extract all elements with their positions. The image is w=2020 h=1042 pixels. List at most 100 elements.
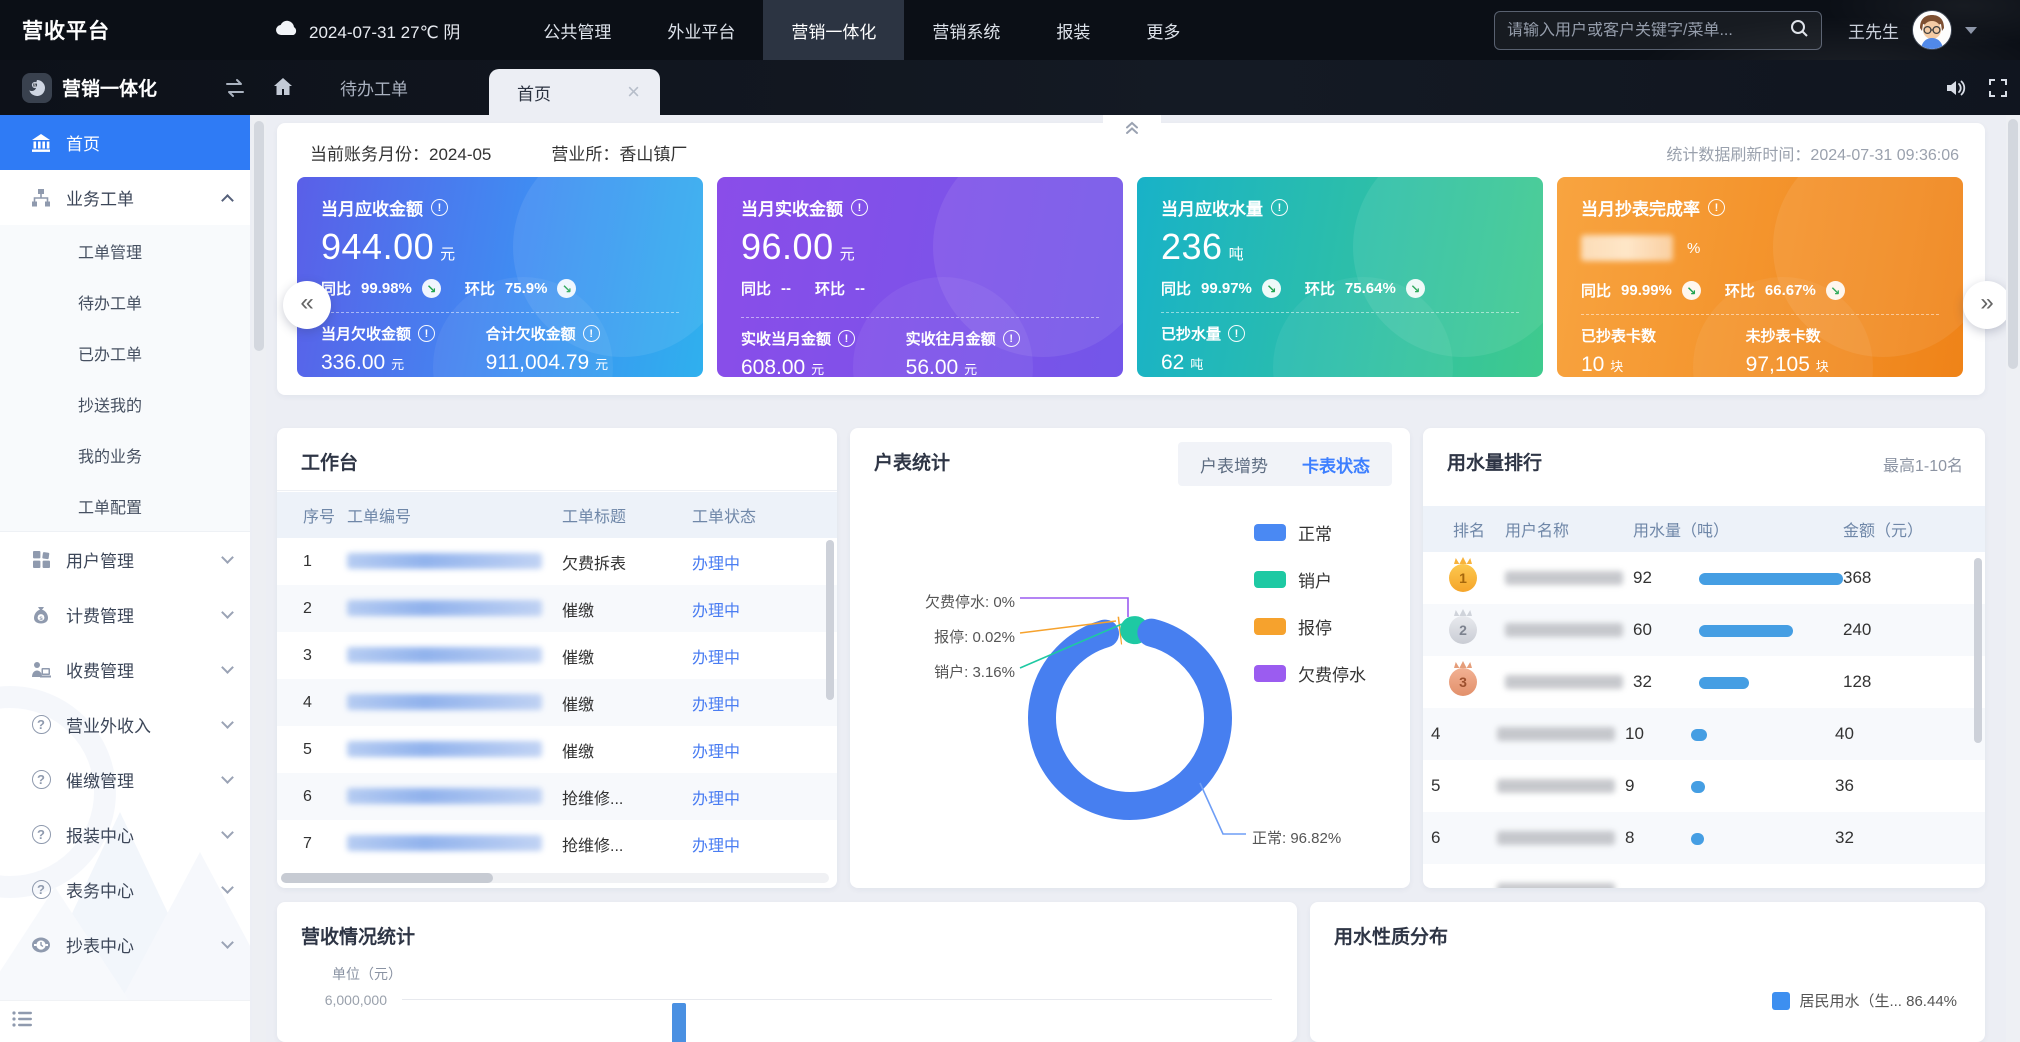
carousel-next-button[interactable]: »: [1963, 281, 2011, 329]
ranking-row[interactable]: 2 60 240: [1423, 604, 1985, 656]
sidebar-item-user-manage[interactable]: 用户管理: [0, 532, 250, 587]
sidebar-subitem-my-business[interactable]: 我的业务: [0, 429, 250, 480]
status-link[interactable]: 办理中: [692, 838, 740, 855]
info-icon[interactable]: !: [431, 199, 448, 216]
kpi-compare: 同比99.98% ↘ 环比75.9% ↘: [321, 278, 679, 299]
kpi-sub-stat: 实收往月金额! 56.00 元: [906, 328, 1071, 377]
table-row[interactable]: 6抢维修...办理中: [277, 773, 837, 820]
close-icon[interactable]: ×: [627, 81, 640, 103]
scrollbar-thumb[interactable]: [254, 121, 264, 351]
user-menu[interactable]: 王先生: [1848, 0, 1977, 60]
sidebar-subitem-order-manage[interactable]: 工单管理: [0, 225, 250, 276]
ranking-row[interactable]: 5 9 36: [1423, 760, 1985, 812]
nav-item-public[interactable]: 公共管理: [515, 0, 639, 60]
sidebar-item-work-orders[interactable]: 业务工单: [0, 170, 250, 225]
table-row[interactable]: 7抢维修...办理中: [277, 820, 837, 867]
table-row[interactable]: 3催缴办理中: [277, 632, 837, 679]
sidebar-subitem-todo-orders[interactable]: 待办工单: [0, 276, 250, 327]
nav-item-install[interactable]: 报装: [1028, 0, 1118, 60]
gridline: [402, 999, 1272, 1000]
volume-icon[interactable]: [1944, 77, 1966, 104]
sitemap-icon: [30, 187, 52, 209]
ranking-row-partial[interactable]: [1423, 864, 1985, 888]
kpi-card-receivable-amount: 当月应收金额! 944.00元 同比99.98% ↘ 环比75.9% ↘ 当月欠…: [297, 177, 703, 377]
nav-item-marketing-suite[interactable]: 营销一体化: [763, 0, 904, 60]
legend-swatch: [1254, 524, 1286, 541]
sidebar-item-non-operating-income[interactable]: ? 营业外收入: [0, 697, 250, 752]
sidebar-item-meter-reading-center[interactable]: 抄表中心: [0, 917, 250, 972]
ranking-row[interactable]: 3 32 128: [1423, 656, 1985, 708]
kpi-sub-stat: 当月欠收金额! 336.00 元: [321, 323, 486, 375]
status-link[interactable]: 办理中: [692, 556, 740, 573]
chevron-down-icon: [221, 551, 234, 564]
legend-item[interactable]: 居民用水（生... 86.44%: [1772, 990, 1957, 1011]
sidebar-subitem-done-orders[interactable]: 已办工单: [0, 327, 250, 378]
svg-text:6: 6: [34, 83, 37, 89]
sidebar-subitem-order-config[interactable]: 工单配置: [0, 480, 250, 531]
user-caret-icon[interactable]: [1965, 27, 1977, 34]
global-search[interactable]: [1494, 11, 1822, 50]
sidebar-item-collection-reminder[interactable]: ? 催缴管理: [0, 752, 250, 807]
chevron-down-icon: [221, 606, 234, 619]
legend-item[interactable]: 报停: [1254, 614, 1366, 639]
kpi-title: 当月应收金额!: [321, 195, 679, 220]
sidebar-item-meter-affairs-center[interactable]: ? 表务中心: [0, 862, 250, 917]
info-icon[interactable]: !: [1708, 199, 1725, 216]
info-icon[interactable]: !: [583, 325, 600, 342]
scrollbar-thumb[interactable]: [826, 540, 834, 700]
nav-item-marketing-system[interactable]: 营销系统: [904, 0, 1028, 60]
info-icon[interactable]: !: [1003, 330, 1020, 347]
legend-item[interactable]: 销户: [1254, 567, 1366, 592]
table-row[interactable]: 5催缴办理中: [277, 726, 837, 773]
info-icon[interactable]: !: [851, 199, 868, 216]
info-icon[interactable]: !: [1228, 325, 1245, 342]
legend-item[interactable]: 正常: [1254, 520, 1366, 545]
table-row[interactable]: 1欠费拆表办理中: [277, 538, 837, 585]
swap-tabs-icon[interactable]: [222, 78, 248, 103]
meter-gauge-icon: [30, 934, 52, 956]
ranking-row[interactable]: 4 10 40: [1423, 708, 1985, 760]
table-row[interactable]: 4催缴办理中: [277, 679, 837, 726]
ranking-row[interactable]: 1 92 368: [1423, 552, 1985, 604]
home-icon[interactable]: [272, 76, 294, 103]
table-row[interactable]: 2催缴办理中: [277, 585, 837, 632]
scrollbar-thumb[interactable]: [2008, 119, 2018, 369]
nav-item-more[interactable]: 更多: [1118, 0, 1208, 60]
legend-swatch: [1254, 618, 1286, 635]
tab-home-active[interactable]: 首页 ×: [489, 69, 660, 115]
scrollbar-thumb[interactable]: [1974, 558, 1982, 743]
carousel-prev-button[interactable]: «: [283, 281, 331, 329]
redacted-order-no: [347, 694, 542, 710]
sidebar-item-fee-collection[interactable]: 收费管理: [0, 642, 250, 697]
horizontal-scrollbar: [281, 873, 829, 883]
usage-bar: [1699, 677, 1843, 689]
status-link[interactable]: 办理中: [692, 791, 740, 808]
nav-item-field[interactable]: 外业平台: [639, 0, 763, 60]
trend-down-icon: ↘: [422, 279, 441, 298]
info-icon[interactable]: !: [1271, 199, 1288, 216]
ranking-row[interactable]: 6 8 32: [1423, 812, 1985, 864]
sidebar-subitem-cc-me[interactable]: 抄送我的: [0, 378, 250, 429]
status-link[interactable]: 办理中: [692, 744, 740, 761]
sidebar-item-billing[interactable]: s 计费管理: [0, 587, 250, 642]
info-icon[interactable]: !: [838, 330, 855, 347]
menu-list-icon[interactable]: [12, 1010, 34, 1033]
donut-label-normal: 正常: 96.82%: [1252, 827, 1341, 848]
tab-todo-workorders[interactable]: 待办工单: [330, 60, 418, 115]
search-input[interactable]: [1507, 22, 1790, 40]
fullscreen-icon[interactable]: [1988, 78, 2008, 103]
usage-bar: [1699, 625, 1843, 637]
sidebar-item-home[interactable]: 首页: [0, 115, 250, 170]
search-icon[interactable]: [1790, 19, 1809, 43]
sidebar-item-install-center[interactable]: ? 报装中心: [0, 807, 250, 862]
bank-icon: [30, 132, 52, 154]
redacted-order-no: [347, 741, 542, 757]
info-icon[interactable]: !: [418, 325, 435, 342]
avatar[interactable]: [1912, 10, 1952, 50]
status-link[interactable]: 办理中: [692, 650, 740, 667]
scrollbar-thumb[interactable]: [281, 873, 493, 883]
collapse-panel-button[interactable]: [1103, 115, 1161, 140]
status-link[interactable]: 办理中: [692, 697, 740, 714]
legend-item[interactable]: 欠费停水: [1254, 661, 1366, 686]
status-link[interactable]: 办理中: [692, 603, 740, 620]
